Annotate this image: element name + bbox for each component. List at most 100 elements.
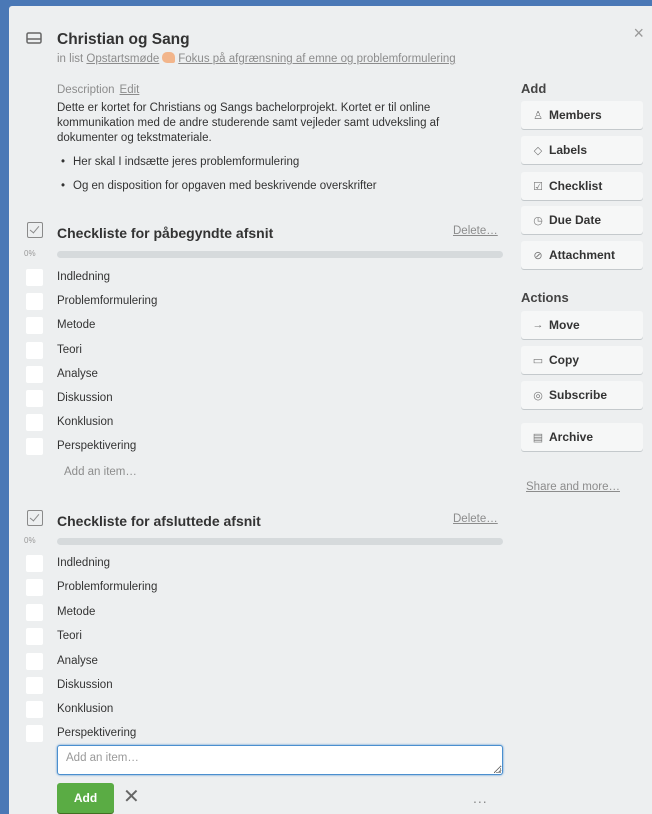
checklist-progress-label: 0% <box>24 249 36 258</box>
checklist-item-label[interactable]: Metode <box>57 319 95 331</box>
description-bullet: Her skal I indsætte jeres problemformule… <box>57 156 377 180</box>
copy-label: Copy <box>549 353 579 367</box>
checklist-item-label[interactable]: Perspektivering <box>57 727 136 739</box>
checklist-icon: ☑ <box>533 180 543 193</box>
checkbox[interactable] <box>26 554 43 572</box>
card-title[interactable]: Christian og Sang <box>57 31 190 49</box>
checkbox[interactable] <box>26 437 43 455</box>
checklist-item-label[interactable]: Problemformulering <box>57 295 157 307</box>
labels-button[interactable]: ◇ Labels <box>521 136 643 164</box>
checkbox[interactable] <box>26 341 43 359</box>
checklist-delete-link[interactable]: Delete… <box>453 513 498 525</box>
checklist-title[interactable]: Checkliste for påbegyndte afsnit <box>57 225 273 241</box>
checklist-item-label[interactable]: Indledning <box>57 557 110 569</box>
checkbox[interactable] <box>26 316 43 334</box>
description-edit-link[interactable]: Edit <box>120 84 140 96</box>
card-detail-window: × Christian og Sang in list Opstartsmøde… <box>9 6 652 814</box>
copy-button[interactable]: ▭ Copy <box>521 346 643 374</box>
members-button[interactable]: ♙ Members <box>521 101 643 129</box>
checklist-button[interactable]: ☑ Checklist <box>521 172 643 200</box>
add-button[interactable]: Add <box>57 783 114 813</box>
list-name-part2: Fokus på afgrænsning af emne og problemf… <box>178 53 456 65</box>
share-and-more-link[interactable]: Share and more… <box>526 481 620 493</box>
actions-heading: Actions <box>521 290 569 305</box>
checkbox[interactable] <box>26 365 43 383</box>
checklist-delete-link[interactable]: Delete… <box>453 225 498 237</box>
card-icon: ▭ <box>532 354 544 367</box>
checkbox[interactable] <box>26 389 43 407</box>
checklist-item-label[interactable]: Diskussion <box>57 679 113 691</box>
checklist-item-label[interactable]: Teori <box>57 630 82 642</box>
checklist-item-label[interactable]: Konklusion <box>57 703 113 715</box>
members-label: Members <box>549 108 602 122</box>
checklist-item-label[interactable]: Diskussion <box>57 392 113 404</box>
archive-icon: ▤ <box>532 431 544 444</box>
checklist-item-label[interactable]: Indledning <box>57 271 110 283</box>
checklist-item-label[interactable]: Konklusion <box>57 416 113 428</box>
checklist-item: Teori <box>26 627 82 645</box>
archive-label: Archive <box>549 430 594 444</box>
move-label: Move <box>549 318 580 332</box>
checkbox[interactable] <box>26 627 43 645</box>
checklist-item-label[interactable]: Analyse <box>57 655 98 667</box>
flexed-biceps-icon <box>162 52 176 63</box>
checkbox[interactable] <box>26 700 43 718</box>
checklist-item-label[interactable]: Metode <box>57 606 95 618</box>
in-list-line: in list Opstartsmøde Fokus på afgrænsning… <box>57 52 456 65</box>
checklist-item-label[interactable]: Problemformulering <box>57 581 157 593</box>
cancel-icon[interactable]: ✕ <box>123 784 140 809</box>
in-list-prefix: in list <box>57 53 84 65</box>
checklist-item: Indledning <box>26 268 110 286</box>
checkbox[interactable] <box>26 578 43 596</box>
checklist-title[interactable]: Checkliste for afsluttede afsnit <box>57 513 261 529</box>
checklist-item: Konklusion <box>26 700 113 718</box>
subscribe-button[interactable]: ◎ Subscribe <box>521 381 643 409</box>
close-icon[interactable]: × <box>633 24 644 42</box>
checklist-item-label[interactable]: Analyse <box>57 368 98 380</box>
checklist-item: Problemformulering <box>26 292 157 310</box>
checkbox[interactable] <box>26 724 43 742</box>
arrow-right-icon: → <box>532 319 544 331</box>
add-item-link[interactable]: Add an item… <box>64 466 137 478</box>
attachment-button[interactable]: ⊘ Attachment <box>521 241 643 269</box>
list-name-part1: Opstartsmøde <box>86 53 160 65</box>
checklist-item: Metode <box>26 603 95 621</box>
due-date-button[interactable]: ◷ Due Date <box>521 206 643 234</box>
checklist-item: Metode <box>26 316 95 334</box>
checkbox[interactable] <box>26 652 43 670</box>
checkbox[interactable] <box>26 292 43 310</box>
checklist-icon <box>27 222 43 238</box>
checklist-progress-bar <box>57 251 503 258</box>
tag-icon: ◇ <box>533 144 543 157</box>
attachment-label: Attachment <box>549 248 616 262</box>
paperclip-icon: ⊘ <box>533 249 543 262</box>
archive-button[interactable]: ▤ Archive <box>521 423 643 451</box>
clock-icon: ◷ <box>533 214 543 227</box>
checklist-item: Indledning <box>26 554 110 572</box>
card-icon <box>26 32 42 44</box>
checklist-item: Konklusion <box>26 413 113 431</box>
checklist-item: Diskussion <box>26 389 113 407</box>
add-item-input[interactable] <box>57 745 503 775</box>
move-button[interactable]: → Move <box>521 311 643 339</box>
description-bullet: Og en disposition for opgaven med beskri… <box>57 180 377 204</box>
description-bullets: Her skal I indsætte jeres problemformule… <box>57 156 377 204</box>
checkbox[interactable] <box>26 413 43 431</box>
more-options-icon[interactable]: ... <box>473 790 488 806</box>
list-link[interactable]: Opstartsmøde Fokus på afgrænsning af emne… <box>86 52 456 65</box>
subscribe-label: Subscribe <box>549 388 608 402</box>
resize-handle[interactable] <box>496 768 501 773</box>
checklist-item: Teori <box>26 341 82 359</box>
description-header: Description Edit <box>57 84 139 96</box>
checkbox[interactable] <box>26 603 43 621</box>
checklist-item: Analyse <box>26 652 98 670</box>
checklist-item-label[interactable]: Perspektivering <box>57 440 136 452</box>
add-heading: Add <box>521 81 547 96</box>
checkbox[interactable] <box>26 268 43 286</box>
checklist-progress-label: 0% <box>24 536 36 545</box>
checklist-item: Analyse <box>26 365 98 383</box>
checklist-label: Checklist <box>549 179 603 193</box>
checkbox[interactable] <box>26 676 43 694</box>
labels-label: Labels <box>549 143 588 157</box>
checklist-item-label[interactable]: Teori <box>57 344 82 356</box>
